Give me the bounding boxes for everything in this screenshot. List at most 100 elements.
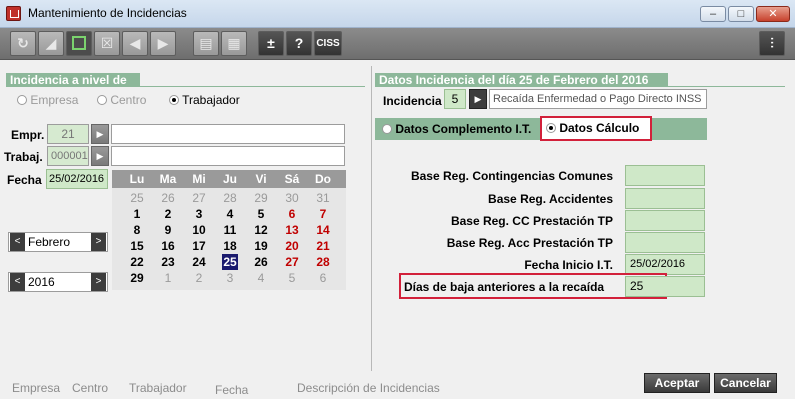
weekday-label: Mi (192, 172, 206, 186)
calendar-day[interactable]: 1 (153, 270, 183, 286)
ciss-button[interactable]: CISS (314, 31, 342, 56)
calendar-day[interactable]: 7 (308, 206, 338, 222)
calendar-day-selected[interactable]: 25 (222, 254, 238, 270)
calendar-day[interactable]: 4 (215, 206, 245, 222)
calendar-day[interactable]: 4 (246, 270, 276, 286)
calendar-day[interactable]: 29 (246, 190, 276, 206)
calendar-day[interactable]: 25 (122, 190, 152, 206)
trabaj-field[interactable]: 000001 (47, 146, 89, 166)
plus-minus-button[interactable]: ± (258, 31, 284, 56)
calendar-day[interactable]: 27 (277, 254, 307, 270)
incidencia-code-field[interactable]: 5 (444, 89, 466, 109)
calendar-day[interactable]: 6 (277, 206, 307, 222)
empr-lookup-button[interactable]: ▶ (91, 124, 109, 144)
calendar-day[interactable]: 2 (184, 270, 214, 286)
year-selector[interactable]: < 2016 > (8, 272, 108, 292)
print-icon[interactable]: ▤ (193, 31, 219, 56)
calendar-day[interactable]: 28 (215, 190, 245, 206)
base-contingencias-field[interactable] (625, 165, 705, 186)
incidencia-label: Incidencia (383, 94, 442, 108)
level-empresa-label: Empresa (30, 93, 79, 107)
option-calculo[interactable]: Datos Cálculo (546, 121, 639, 135)
calendar-day[interactable]: 22 (122, 254, 152, 270)
calendar-week: 25 26 27 28 29 30 31 (112, 190, 346, 206)
next-icon[interactable]: ▶ (150, 31, 176, 56)
left-header-line (6, 86, 365, 87)
calendar-day[interactable]: 31 (308, 190, 338, 206)
month-selector[interactable]: < Febrero > (8, 232, 108, 252)
base-acc-prestacion-field[interactable] (625, 232, 705, 253)
delete-icon[interactable]: ☒ (94, 31, 120, 56)
calendar-day[interactable]: 15 (122, 238, 152, 254)
help-button[interactable]: ? (286, 31, 312, 56)
year-prev-icon[interactable]: < (10, 273, 25, 291)
calendar-day[interactable]: 19 (246, 238, 276, 254)
base-cc-prestacion-field[interactable] (625, 210, 705, 231)
settings-sliders-icon[interactable]: ⫶ (759, 31, 785, 56)
month-value: Febrero (28, 235, 71, 249)
cancel-button[interactable]: Cancelar (714, 373, 777, 393)
calendar-day[interactable]: 20 (277, 238, 307, 254)
incidencia-lookup-button[interactable]: ▶ (469, 89, 487, 109)
trabaj-lookup-button[interactable]: ▶ (91, 146, 109, 166)
month-prev-icon[interactable]: < (10, 233, 25, 251)
empr-name-field[interactable] (111, 124, 345, 144)
calendar-day[interactable]: 3 (215, 270, 245, 286)
radio-calculo[interactable] (546, 123, 556, 133)
calendar-day[interactable]: 9 (153, 222, 183, 238)
calendar-day[interactable]: 6 (308, 270, 338, 286)
calendar-day[interactable]: 17 (184, 238, 214, 254)
level-trabajador[interactable]: Trabajador (169, 93, 240, 107)
month-next-icon[interactable]: > (91, 233, 106, 251)
previous-icon[interactable]: ◀ (122, 31, 148, 56)
dias-baja-field[interactable]: 25 (625, 276, 705, 297)
calendar-day[interactable]: 18 (215, 238, 245, 254)
calendar-day[interactable]: 26 (153, 190, 183, 206)
calendar-day[interactable]: 21 (308, 238, 338, 254)
calendar-day[interactable]: 5 (277, 270, 307, 286)
calendar-day[interactable]: 14 (308, 222, 338, 238)
maximize-button[interactable]: □ (728, 6, 754, 22)
calendar-day[interactable]: 3 (184, 206, 214, 222)
level-centro[interactable]: Centro (97, 93, 146, 107)
calendar-day[interactable]: 27 (184, 190, 214, 206)
calendar-day[interactable]: 29 (122, 270, 152, 286)
year-value: 2016 (28, 275, 55, 289)
right-header-line (375, 86, 785, 87)
calendar-day[interactable]: 23 (153, 254, 183, 270)
calendar-day[interactable]: 12 (246, 222, 276, 238)
calendar-day[interactable]: 10 (184, 222, 214, 238)
calendar-day[interactable]: 13 (277, 222, 307, 238)
calendar-day[interactable]: 11 (215, 222, 245, 238)
refresh-icon[interactable]: ↻ (10, 31, 36, 56)
accept-button[interactable]: Aceptar (644, 373, 710, 393)
calendar-day[interactable]: 24 (184, 254, 214, 270)
level-empresa[interactable]: Empresa (17, 93, 78, 107)
minimize-button[interactable]: ‒ (700, 6, 726, 22)
select-icon[interactable] (66, 31, 92, 56)
radio-complemento[interactable] (382, 124, 392, 134)
radio-trabajador[interactable] (169, 95, 179, 105)
option-complemento[interactable]: Datos Complemento I.T. (382, 122, 531, 136)
base-accidentes-field[interactable] (625, 188, 705, 209)
year-next-icon[interactable]: > (91, 273, 106, 291)
calendar-day[interactable]: 5 (246, 206, 276, 222)
trabaj-name-field[interactable] (111, 146, 345, 166)
calendar-day[interactable]: 1 (122, 206, 152, 222)
radio-empresa[interactable] (17, 95, 27, 105)
calendar-day[interactable]: 2 (153, 206, 183, 222)
fecha-field[interactable]: 25/02/2016 (46, 169, 108, 189)
footer-col-fecha: Fecha (215, 383, 249, 397)
calendar-day[interactable]: 16 (153, 238, 183, 254)
close-button[interactable]: ✕ (756, 6, 790, 22)
calendar-day[interactable]: 8 (122, 222, 152, 238)
document-icon[interactable]: ▦ (221, 31, 247, 56)
empr-field[interactable]: 21 (47, 124, 89, 144)
trabaj-label: Trabaj. (4, 150, 43, 164)
calendar-day[interactable]: 28 (308, 254, 338, 270)
radio-centro[interactable] (97, 95, 107, 105)
calendar-day[interactable]: 26 (246, 254, 276, 270)
fecha-inicio-field[interactable]: 25/02/2016 (625, 254, 705, 275)
calendar-day[interactable]: 30 (277, 190, 307, 206)
edit-icon[interactable]: ◢ (38, 31, 64, 56)
